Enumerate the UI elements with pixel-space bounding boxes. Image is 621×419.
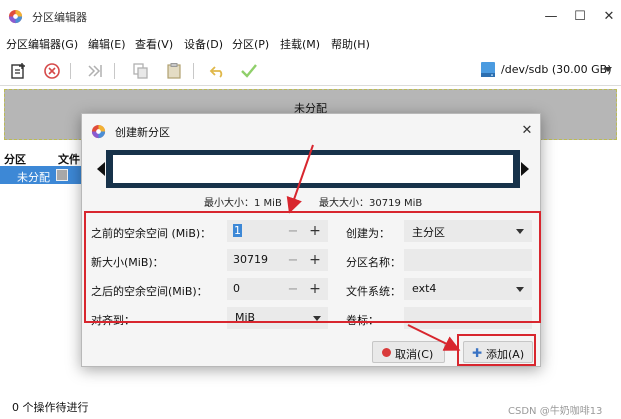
column-partition[interactable]: 分区	[4, 151, 26, 167]
gparted-app-icon	[8, 9, 23, 24]
cancel-button-label: 取消(C)	[395, 348, 434, 361]
resizer-partition-bar[interactable]	[113, 155, 513, 183]
partition-resizer[interactable]	[97, 150, 529, 188]
menu-bar: 分区编辑器(G) 编辑(E) 查看(V) 设备(D) 分区(P) 挂载(M) 帮…	[0, 33, 621, 53]
delete-icon[interactable]	[41, 60, 63, 82]
pending-operations-text: 0 个操作待进行	[12, 401, 89, 414]
chevron-down-icon	[604, 67, 612, 72]
menu-gparted[interactable]: 分区编辑器(G)	[6, 36, 78, 52]
copy-icon[interactable]	[130, 60, 152, 82]
toolbar-separator	[114, 63, 115, 79]
column-filesystem[interactable]: 文件	[58, 151, 80, 167]
main-window: 分区编辑器 — ☐ ✕ 分区编辑器(G) 编辑(E) 查看(V) 设备(D) 分…	[0, 0, 621, 419]
close-icon[interactable]: ✕	[518, 121, 536, 139]
table-row[interactable]: 未分配	[0, 166, 82, 184]
menu-help[interactable]: 帮助(H)	[331, 36, 370, 52]
watermark: CSDN @牛奶咖啡13	[508, 406, 603, 417]
filesystem-color-swatch	[56, 169, 68, 181]
menu-mount[interactable]: 挂载(M)	[280, 36, 320, 52]
apply-icon[interactable]	[238, 60, 260, 82]
resize-handle-left[interactable]	[97, 162, 105, 176]
menu-view[interactable]: 查看(V)	[135, 36, 173, 52]
max-size-text: 最大大小：30719 MiB	[319, 198, 423, 209]
toolbar-separator	[70, 63, 71, 79]
cancel-icon	[382, 348, 391, 357]
resize-handle-right[interactable]	[521, 162, 529, 176]
maximize-button[interactable]: ☐	[565, 4, 595, 28]
annotation-add-box	[457, 334, 536, 366]
row-partition-label: 未分配	[17, 171, 50, 184]
size-limits: 最小大小：1 MiB 最大大小：30719 MiB	[82, 194, 542, 210]
menu-edit[interactable]: 编辑(E)	[88, 36, 126, 52]
device-selector[interactable]: /dev/sdb (30.00 GB)	[474, 58, 616, 82]
device-label: /dev/sdb (30.00 GB)	[501, 63, 612, 76]
close-button[interactable]: ✕	[594, 4, 621, 28]
title-bar: 分区编辑器 — ☐ ✕	[0, 0, 621, 32]
resize-icon[interactable]	[84, 60, 106, 82]
window-title: 分区编辑器	[32, 11, 87, 24]
undo-icon[interactable]	[207, 60, 229, 82]
minimize-button[interactable]: —	[536, 4, 566, 28]
menu-partition[interactable]: 分区(P)	[232, 36, 269, 52]
toolbar-separator	[193, 63, 194, 79]
menu-device[interactable]: 设备(D)	[184, 36, 223, 52]
hard-disk-icon	[481, 62, 495, 77]
paste-icon[interactable]	[163, 60, 185, 82]
new-partition-icon[interactable]	[8, 60, 30, 82]
dialog-title: 创建新分区	[115, 126, 170, 139]
cancel-button[interactable]: 取消(C)	[372, 341, 445, 363]
min-size-text: 最小大小：1 MiB	[204, 198, 282, 209]
gparted-app-icon	[91, 124, 106, 139]
annotation-form-box	[84, 211, 541, 323]
